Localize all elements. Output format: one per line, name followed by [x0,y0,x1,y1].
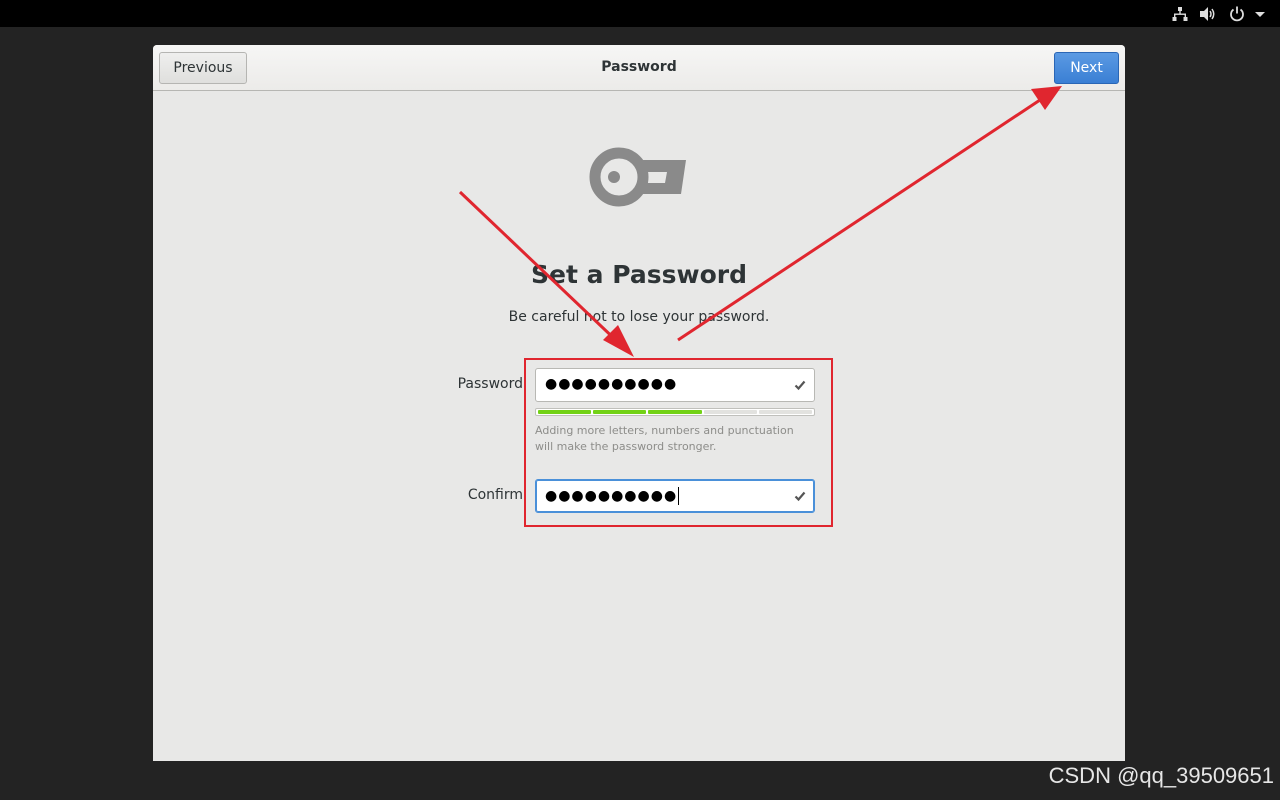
next-button[interactable]: Next [1054,52,1119,84]
setup-window: Previous Password Next Set a Password Be… [153,45,1125,761]
header-bar: Previous Password Next [153,45,1125,91]
password-strength-bar [535,408,815,416]
password-value: ●●●●●●●●●● [545,376,678,392]
window-title: Password [601,59,677,75]
page-subtitle: Be careful not to lose your password. [508,309,770,325]
page-title: Set a Password [531,260,747,289]
strength-segment [648,410,702,414]
check-icon [794,491,806,502]
confirm-value: ●●●●●●●●●● [545,487,680,505]
power-icon[interactable] [1228,5,1246,23]
strength-segment [703,410,757,414]
confirm-password-field[interactable]: ●●●●●●●●●● [535,479,815,513]
chevron-down-icon[interactable] [1251,5,1269,23]
strength-segment [538,410,592,414]
network-icon[interactable] [1171,5,1189,23]
strength-segment [758,410,813,414]
strength-segment [593,410,647,414]
check-icon [794,380,806,391]
password-field[interactable]: ●●●●●●●●●● [535,368,815,402]
volume-icon[interactable] [1199,5,1217,23]
key-icon [589,147,686,207]
password-label: Password [457,376,523,392]
top-bar [0,0,1280,27]
confirm-label: Confirm [467,487,523,503]
watermark-text: CSDN @qq_39509651 [1048,763,1274,788]
password-hint: Adding more letters, numbers and punctua… [535,424,794,453]
